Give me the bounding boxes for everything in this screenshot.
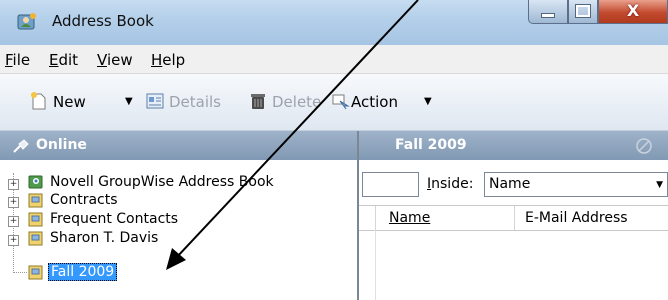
right-pane-header: Fall 2009: [359, 131, 668, 160]
menu-edit[interactable]: Edit: [49, 51, 78, 69]
action-dropdown-arrow-icon[interactable]: ▼: [424, 96, 432, 107]
column-header-row: Name E-Mail Address: [359, 205, 668, 231]
action-icon: [332, 94, 350, 110]
online-plug-icon: [13, 139, 29, 153]
new-icon: [31, 92, 46, 110]
expand-icon[interactable]: +: [8, 197, 19, 208]
menu-view[interactable]: View: [97, 51, 133, 69]
minimize-icon: [541, 13, 555, 18]
details-icon: [146, 93, 164, 109]
search-input[interactable]: [362, 172, 419, 197]
tree-label: Novell GroupWise Address Book: [50, 174, 274, 190]
address-list-pane: Inside: Name ▼ Name E-Mail Address: [359, 160, 668, 300]
minimize-button[interactable]: [528, 0, 568, 24]
tree-label: Frequent Contacts: [50, 211, 179, 227]
address-book-icon: [28, 265, 43, 280]
column-header-name[interactable]: Name: [389, 210, 430, 226]
address-book-icon: [28, 212, 43, 227]
new-button[interactable]: New: [53, 93, 86, 111]
title-bar: Address Book X: [0, 0, 668, 45]
tree-label: Contracts: [50, 192, 118, 208]
column-separator: [375, 206, 376, 230]
expand-icon[interactable]: +: [8, 235, 19, 246]
address-book-app-icon: [17, 13, 36, 30]
new-dropdown-arrow-icon[interactable]: ▼: [125, 96, 133, 107]
column-header-email[interactable]: E-Mail Address: [525, 210, 628, 226]
maximize-icon: [575, 4, 591, 18]
delete-button[interactable]: Delete: [272, 93, 321, 111]
chevron-down-icon: ▼: [656, 180, 663, 190]
address-book-tree: + Novell GroupWise Address Book + Contra…: [0, 160, 357, 300]
left-pane-header: Online: [0, 131, 357, 160]
right-pane-title: Fall 2009: [395, 137, 467, 153]
tree-item-fall-2009[interactable]: Fall 2009: [0, 263, 357, 282]
expand-icon[interactable]: +: [8, 179, 19, 190]
row-gutter-line: [375, 230, 376, 300]
action-button[interactable]: Action: [351, 93, 398, 111]
menu-bar: File Edit View Help: [0, 45, 668, 74]
tree-item-contracts[interactable]: + Contracts: [0, 192, 357, 210]
tree-item-groupwise[interactable]: + Novell GroupWise Address Book: [0, 174, 357, 192]
address-book-icon: [28, 193, 43, 208]
tree-item-frequent-contacts[interactable]: + Frequent Contacts: [0, 211, 357, 229]
tree-label: Sharon T. Davis: [50, 230, 159, 246]
address-book-icon: [28, 231, 43, 246]
toolbar: New ▼ Details Delete Action ▼: [0, 74, 668, 131]
inside-field-select[interactable]: Name ▼: [484, 172, 668, 197]
menu-help[interactable]: Help: [151, 51, 185, 69]
inside-selected-value: Name: [489, 176, 531, 192]
groupwise-book-icon: [28, 175, 43, 189]
window-title: Address Book: [52, 12, 154, 30]
tree-label-selected: Fall 2009: [48, 263, 118, 281]
delete-trash-icon: [251, 94, 265, 109]
details-button[interactable]: Details: [169, 93, 221, 111]
online-label: Online: [36, 137, 87, 153]
menu-file[interactable]: File: [5, 51, 30, 69]
maximize-button[interactable]: [568, 0, 598, 24]
expand-icon[interactable]: +: [8, 216, 19, 227]
inside-label: Inside:: [427, 176, 474, 192]
tree-item-sharon-davis[interactable]: + Sharon T. Davis: [0, 230, 357, 248]
column-separator[interactable]: [514, 206, 515, 230]
close-button[interactable]: X: [598, 0, 668, 24]
sync-icon[interactable]: [635, 137, 653, 155]
close-icon: X: [626, 1, 640, 20]
